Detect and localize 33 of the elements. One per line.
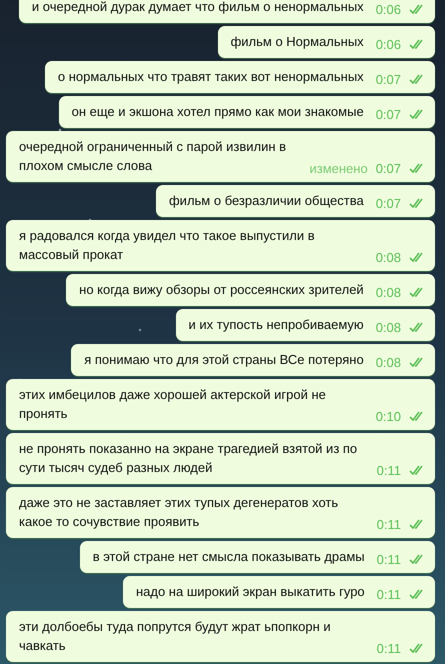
message-time: 0:08 [376, 319, 401, 337]
message-text: очередной ограниченный с парой извилин в плохом смысле слова [19, 138, 288, 175]
message-time: 0:11 [376, 586, 401, 604]
message-time: 0:11 [376, 462, 401, 480]
message-text: этих имбецилов даже хорошей актерской игрой не пронять [19, 386, 327, 423]
message-text: о нормальных что травят таких вот ненормальных [58, 68, 364, 86]
message-time: 0:11 [376, 516, 401, 534]
message-text: но когда вижу обзоры от россеянских зрителей [79, 281, 364, 299]
message-text: и их тупость непробиваемую [188, 316, 364, 334]
message-text: фильм о Нормальных [230, 33, 364, 51]
message-time: 0:08 [376, 284, 401, 302]
message-time: 0:07 [376, 160, 401, 178]
message-time: 0:10 [376, 408, 401, 426]
message-time: 0:08 [376, 354, 401, 372]
message-time: 0:11 [376, 640, 401, 658]
message-time: 0:08 [376, 249, 401, 267]
message-time: 0:06 [376, 36, 401, 54]
message-text: эти долбоебы туда попрутся будут жрат ьпопкорн и чавкать [19, 618, 332, 655]
message-time: 0:07 [376, 106, 401, 124]
message-time: 0:11 [376, 551, 401, 569]
message-text: не пронять показанно на экране трагедией взятой из по сути тысяч судеб разных людей [19, 440, 358, 477]
message-text: и очередной дурак думает что фильм о ненормальных [32, 0, 364, 16]
message-time: 0:07 [376, 195, 401, 213]
message-time: 0:07 [376, 71, 401, 89]
message-text: в этой стране нет смысла показывать драмы [92, 548, 365, 566]
message-text: я понимаю что для этой страны ВСе потеряно [84, 351, 364, 369]
message-text: он еще и экшона хотел прямо как мои знакомые [72, 103, 364, 121]
message-text: даже это не заставляет этих тупых дегенератов хоть какое то сочувствие проявить [19, 494, 340, 531]
message-text: я радовался когда увидел что такое выпустили в массовый прокат [19, 227, 316, 264]
edited-label: изменено [309, 160, 368, 178]
message-text: фильм о безразличии общества [168, 192, 364, 210]
message-time: 0:06 [376, 1, 401, 19]
message-text: надо на широкий экран выкатить гуро [136, 583, 365, 601]
